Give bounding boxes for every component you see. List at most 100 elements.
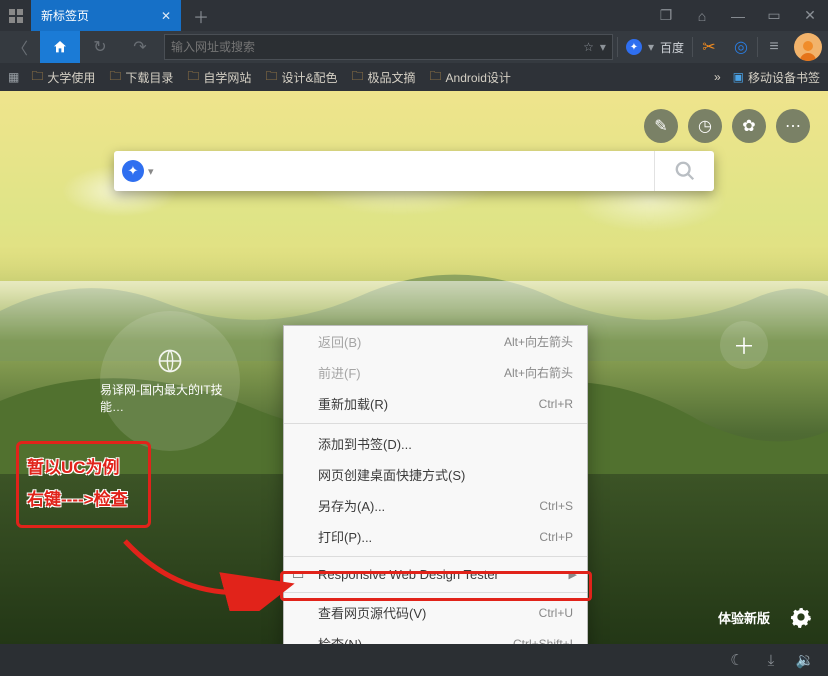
bookmarks-bar: ▦ 🗀大学使用🗀下载目录🗀自学网站🗀设计&配色🗀极品文摘🗀Android设计 »…: [0, 63, 828, 91]
responsive-tester-icon: ▭: [292, 567, 304, 583]
context-menu-item[interactable]: 添加到书签(D)...: [284, 428, 587, 459]
context-menu-item[interactable]: 检查(N)Ctrl+Shift+I: [284, 628, 587, 644]
baidu-paw-icon: ✦: [122, 160, 144, 182]
context-menu-label: 检查(N): [318, 634, 362, 644]
context-menu-label: 网页创建桌面快捷方式(S): [318, 465, 465, 484]
app-logo: [0, 0, 31, 31]
folder-icon: 🗀: [109, 67, 121, 88]
profile-avatar[interactable]: [794, 33, 822, 61]
bookmark-label: 自学网站: [203, 69, 251, 86]
context-menu-item[interactable]: 打印(P)...Ctrl+P: [284, 521, 587, 552]
new-tab-button[interactable]: ＋: [181, 0, 221, 31]
navigation-bar: 〈 ↻ ↷ ☆ ▾ ✦ ▾ 百度 ✂ ◎ ≡: [0, 31, 828, 63]
apps-icon[interactable]: ▦: [8, 70, 19, 84]
annotation-line-1: 暂以UC为例: [27, 452, 140, 484]
address-input[interactable]: [171, 40, 577, 54]
page-search-engine-selector[interactable]: ✦ ▾: [114, 160, 162, 182]
close-window-icon[interactable]: ✕: [792, 7, 828, 24]
context-menu-item: 前进(F) Alt+向右箭头: [284, 357, 587, 388]
menu-button[interactable]: ≡: [758, 31, 790, 63]
globe-icon: [156, 347, 184, 375]
corner-buttons: ✎ ◷ ✿ ⋯: [644, 109, 810, 143]
folder-icon: 🗀: [265, 67, 277, 88]
mobile-bookmarks-label: 移动设备书签: [748, 69, 820, 86]
speed-dial-item[interactable]: 易译网-国内最大的IT技能…: [100, 311, 240, 451]
context-menu-separator: [284, 556, 587, 557]
address-bar[interactable]: ☆ ▾: [164, 34, 613, 60]
palette-icon[interactable]: ✿: [732, 109, 766, 143]
context-menu-item: 返回(B) Alt+向左箭头: [284, 326, 587, 357]
page-search-box: ✦ ▾: [114, 151, 714, 191]
bookmark-item[interactable]: 🗀极品文摘: [351, 67, 415, 88]
mobile-bookmarks[interactable]: ▣ 移动设备书签: [733, 69, 820, 86]
page-search-input[interactable]: [162, 163, 654, 179]
context-menu-shortcut: Ctrl+S: [539, 499, 573, 513]
moon-icon[interactable]: ☾: [720, 651, 754, 669]
bookmark-item[interactable]: 🗀大学使用: [31, 67, 95, 88]
context-menu-label: 返回(B): [318, 332, 361, 351]
bookmark-item[interactable]: 🗀自学网站: [187, 67, 251, 88]
tutorial-annotation: 暂以UC为例 右键---->检查: [16, 441, 151, 528]
new-tab-page: ✎ ◷ ✿ ⋯ ✦ ▾ 易译网-国内最大的IT技能… ＋ 返回(B) Alt+向左…: [0, 91, 828, 644]
clone-window-icon[interactable]: ❐: [648, 7, 684, 24]
download-icon[interactable]: ⤓: [754, 652, 788, 669]
add-speed-dial-button[interactable]: ＋: [720, 321, 768, 369]
submenu-arrow-icon: ▶: [569, 568, 577, 581]
annotation-line-2: 右键---->检查: [27, 484, 140, 516]
experience-new-version-link[interactable]: 体验新版: [718, 608, 770, 627]
folder-icon: 🗀: [187, 67, 199, 88]
context-menu-shortcut: Alt+向左箭头: [504, 333, 573, 350]
bookmark-label: 大学使用: [47, 69, 95, 86]
bookmark-item[interactable]: 🗀Android设计: [430, 67, 511, 88]
mobile-bookmarks-icon: ▣: [733, 70, 744, 84]
bookmark-item[interactable]: 🗀下载目录: [109, 67, 173, 88]
context-menu-label: Responsive Web Design Tester: [318, 567, 499, 582]
context-menu-label: 另存为(A)...: [318, 496, 385, 515]
forward-button[interactable]: ↷: [120, 31, 160, 63]
reload-button[interactable]: ↻: [80, 31, 120, 63]
folder-icon: 🗀: [31, 67, 43, 88]
context-menu-shortcut: Ctrl+R: [539, 397, 573, 411]
bookmark-item[interactable]: 🗀设计&配色: [265, 67, 337, 88]
context-menu-item[interactable]: 网页创建桌面快捷方式(S): [284, 459, 587, 490]
edit-icon[interactable]: ✎: [644, 109, 678, 143]
bookmark-label: Android设计: [446, 69, 511, 86]
speed-dial-label: 易译网-国内最大的IT技能…: [100, 381, 240, 415]
context-menu-label: 重新加载(R): [318, 394, 388, 413]
folder-icon: 🗀: [430, 67, 442, 88]
tab-title: 新标签页: [41, 7, 89, 24]
more-icon[interactable]: ⋯: [776, 109, 810, 143]
status-bar: ☾ ⤓ 🔉: [0, 644, 828, 676]
context-menu-label: 打印(P)...: [318, 527, 372, 546]
context-menu-shortcut: Ctrl+U: [539, 606, 573, 620]
context-menu-item[interactable]: ▭ Responsive Web Design Tester ▶: [284, 561, 587, 588]
bookmarks-overflow-icon[interactable]: »: [714, 70, 721, 84]
maximize-icon[interactable]: ▭: [756, 7, 792, 24]
target-extension-icon[interactable]: ◎: [725, 31, 757, 63]
window-controls: ❐ ⌂ — ▭ ✕: [648, 0, 828, 31]
context-menu-separator: [284, 423, 587, 424]
context-menu-label: 添加到书签(D)...: [318, 434, 412, 453]
baidu-paw-icon: ✦: [626, 39, 642, 55]
context-menu-item[interactable]: 重新加载(R) Ctrl+R: [284, 388, 587, 419]
home-button[interactable]: [40, 31, 80, 63]
folder-icon: 🗀: [351, 67, 363, 88]
context-menu-label: 前进(F): [318, 363, 361, 382]
browser-tab[interactable]: 新标签页 ✕: [31, 0, 181, 31]
search-engine-selector[interactable]: ✦ ▾ 百度: [618, 31, 692, 63]
context-menu: 返回(B) Alt+向左箭头前进(F) Alt+向右箭头重新加载(R) Ctrl+R 添…: [283, 325, 588, 644]
star-icon[interactable]: ☆: [583, 40, 594, 54]
history-icon[interactable]: ◷: [688, 109, 722, 143]
gear-icon[interactable]: [788, 604, 814, 630]
context-menu-item[interactable]: 查看网页源代码(V)Ctrl+U: [284, 597, 587, 628]
scissors-extension-icon[interactable]: ✂: [693, 31, 725, 63]
skin-icon[interactable]: ⌂: [684, 8, 720, 24]
volume-icon[interactable]: 🔉: [788, 651, 822, 669]
page-search-button[interactable]: [654, 151, 714, 191]
bottom-right-controls: 体验新版: [718, 604, 814, 630]
close-tab-icon[interactable]: ✕: [161, 9, 171, 23]
minimize-icon[interactable]: —: [720, 8, 756, 24]
back-button[interactable]: 〈: [0, 31, 40, 63]
context-menu-item[interactable]: 另存为(A)... Ctrl+S: [284, 490, 587, 521]
context-menu-shortcut: Alt+向右箭头: [504, 364, 573, 381]
